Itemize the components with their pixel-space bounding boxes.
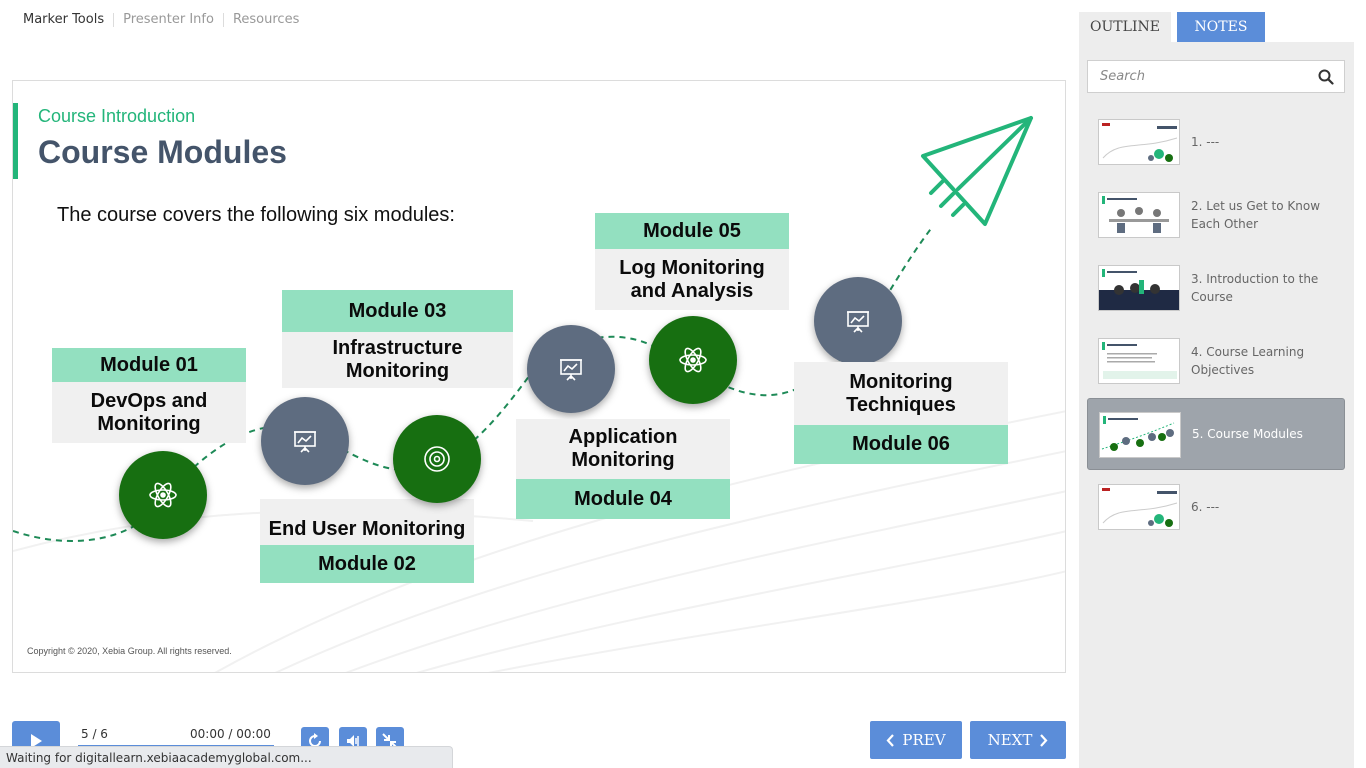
outline-panel: 1. --- 2. Let us Get to Know Each Other … bbox=[1079, 42, 1354, 768]
slide-title: Course Modules bbox=[38, 134, 287, 170]
slide-intro-text: The course covers the following six modu… bbox=[57, 204, 455, 226]
tab-outline[interactable]: OUTLINE bbox=[1079, 12, 1171, 42]
sidebar-tabs: OUTLINE NOTES bbox=[1079, 12, 1354, 42]
copyright-text: Copyright © 2020, Xebia Group. All right… bbox=[27, 646, 232, 656]
slide-thumbnail bbox=[1098, 265, 1180, 311]
tab-resources[interactable]: Resources bbox=[224, 12, 308, 27]
search-input[interactable] bbox=[1088, 69, 1308, 84]
browser-status-bar: Waiting for digitallearn.xebiaacademyglo… bbox=[0, 746, 453, 768]
search-box bbox=[1087, 60, 1345, 93]
module-02-presentation-icon bbox=[261, 397, 349, 485]
slide-subtitle: Course Introduction bbox=[38, 106, 196, 126]
module-01-atom-icon bbox=[119, 451, 207, 539]
search-icon[interactable] bbox=[1318, 69, 1334, 85]
slide-thumbnail bbox=[1098, 119, 1180, 165]
outline-item-5[interactable]: 5. Course Modules bbox=[1087, 398, 1345, 470]
module-04-presentation-icon bbox=[527, 325, 615, 413]
module-04-label: Module 04 bbox=[516, 479, 730, 519]
outline-item-6[interactable]: 6. --- bbox=[1087, 471, 1345, 543]
prev-button[interactable]: PREV bbox=[870, 721, 962, 759]
module-01-description: DevOps and Monitoring bbox=[52, 382, 246, 443]
module-03-target-icon bbox=[393, 415, 481, 503]
module-06-label: Module 06 bbox=[794, 425, 1008, 464]
next-button[interactable]: NEXT bbox=[970, 721, 1066, 759]
outline-item-label: 3. Introduction to the Course bbox=[1191, 272, 1319, 304]
module-03-label: Module 03 bbox=[282, 290, 513, 332]
module-04-description: Application Monitoring bbox=[516, 419, 730, 479]
course-player: Marker Tools Presenter Info Resources Co… bbox=[0, 0, 1366, 768]
slide-thumbnail bbox=[1099, 412, 1181, 458]
outline-item-label: 2. Let us Get to Know Each Other bbox=[1191, 199, 1321, 231]
next-label: NEXT bbox=[987, 731, 1033, 749]
chevron-right-icon bbox=[1040, 733, 1048, 747]
sidebar: OUTLINE NOTES 1. --- 2. Let us Get to Kn… bbox=[1079, 12, 1354, 768]
prev-label: PREV bbox=[902, 731, 946, 749]
module-03-description: Infrastructure Monitoring bbox=[282, 332, 513, 388]
slide-thumbnail bbox=[1098, 338, 1180, 384]
outline-item-label: 5. Course Modules bbox=[1192, 427, 1303, 441]
module-05-atom-icon bbox=[649, 316, 737, 404]
module-05-description: Log Monitoring and Analysis bbox=[595, 249, 789, 310]
tab-marker-tools[interactable]: Marker Tools bbox=[14, 12, 113, 27]
top-tabs: Marker Tools Presenter Info Resources bbox=[14, 12, 308, 27]
slide-counter: 5 / 6 bbox=[81, 727, 108, 741]
paper-plane-icon bbox=[921, 116, 1033, 226]
module-02-label: Module 02 bbox=[260, 545, 474, 583]
module-06-presentation-icon bbox=[814, 277, 902, 365]
title-accent-bar bbox=[13, 103, 18, 179]
tab-notes[interactable]: NOTES bbox=[1177, 12, 1265, 42]
module-01-label: Module 01 bbox=[52, 348, 246, 382]
outline-item-label: 6. --- bbox=[1191, 500, 1220, 514]
slide-thumbnail bbox=[1098, 192, 1180, 238]
outline-item-4[interactable]: 4. Course Learning Objectives bbox=[1087, 325, 1345, 397]
outline-item-label: 4. Course Learning Objectives bbox=[1191, 345, 1305, 377]
time-display: 00:00 / 00:00 bbox=[190, 727, 271, 741]
module-05-label: Module 05 bbox=[595, 213, 789, 249]
module-06-description: Monitoring Techniques bbox=[794, 362, 1008, 425]
outline-item-3[interactable]: 3. Introduction to the Course bbox=[1087, 252, 1345, 324]
chevron-left-icon bbox=[886, 733, 895, 747]
module-02-description: End User Monitoring bbox=[260, 499, 474, 545]
outline-item-label: 1. --- bbox=[1191, 135, 1220, 149]
outline-item-1[interactable]: 1. --- bbox=[1087, 106, 1345, 178]
slide-canvas: Course Introduction Course Modules The c… bbox=[12, 80, 1066, 673]
slide-thumbnail bbox=[1098, 484, 1180, 530]
outline-item-2[interactable]: 2. Let us Get to Know Each Other bbox=[1087, 179, 1345, 251]
tab-presenter-info[interactable]: Presenter Info bbox=[114, 12, 223, 27]
